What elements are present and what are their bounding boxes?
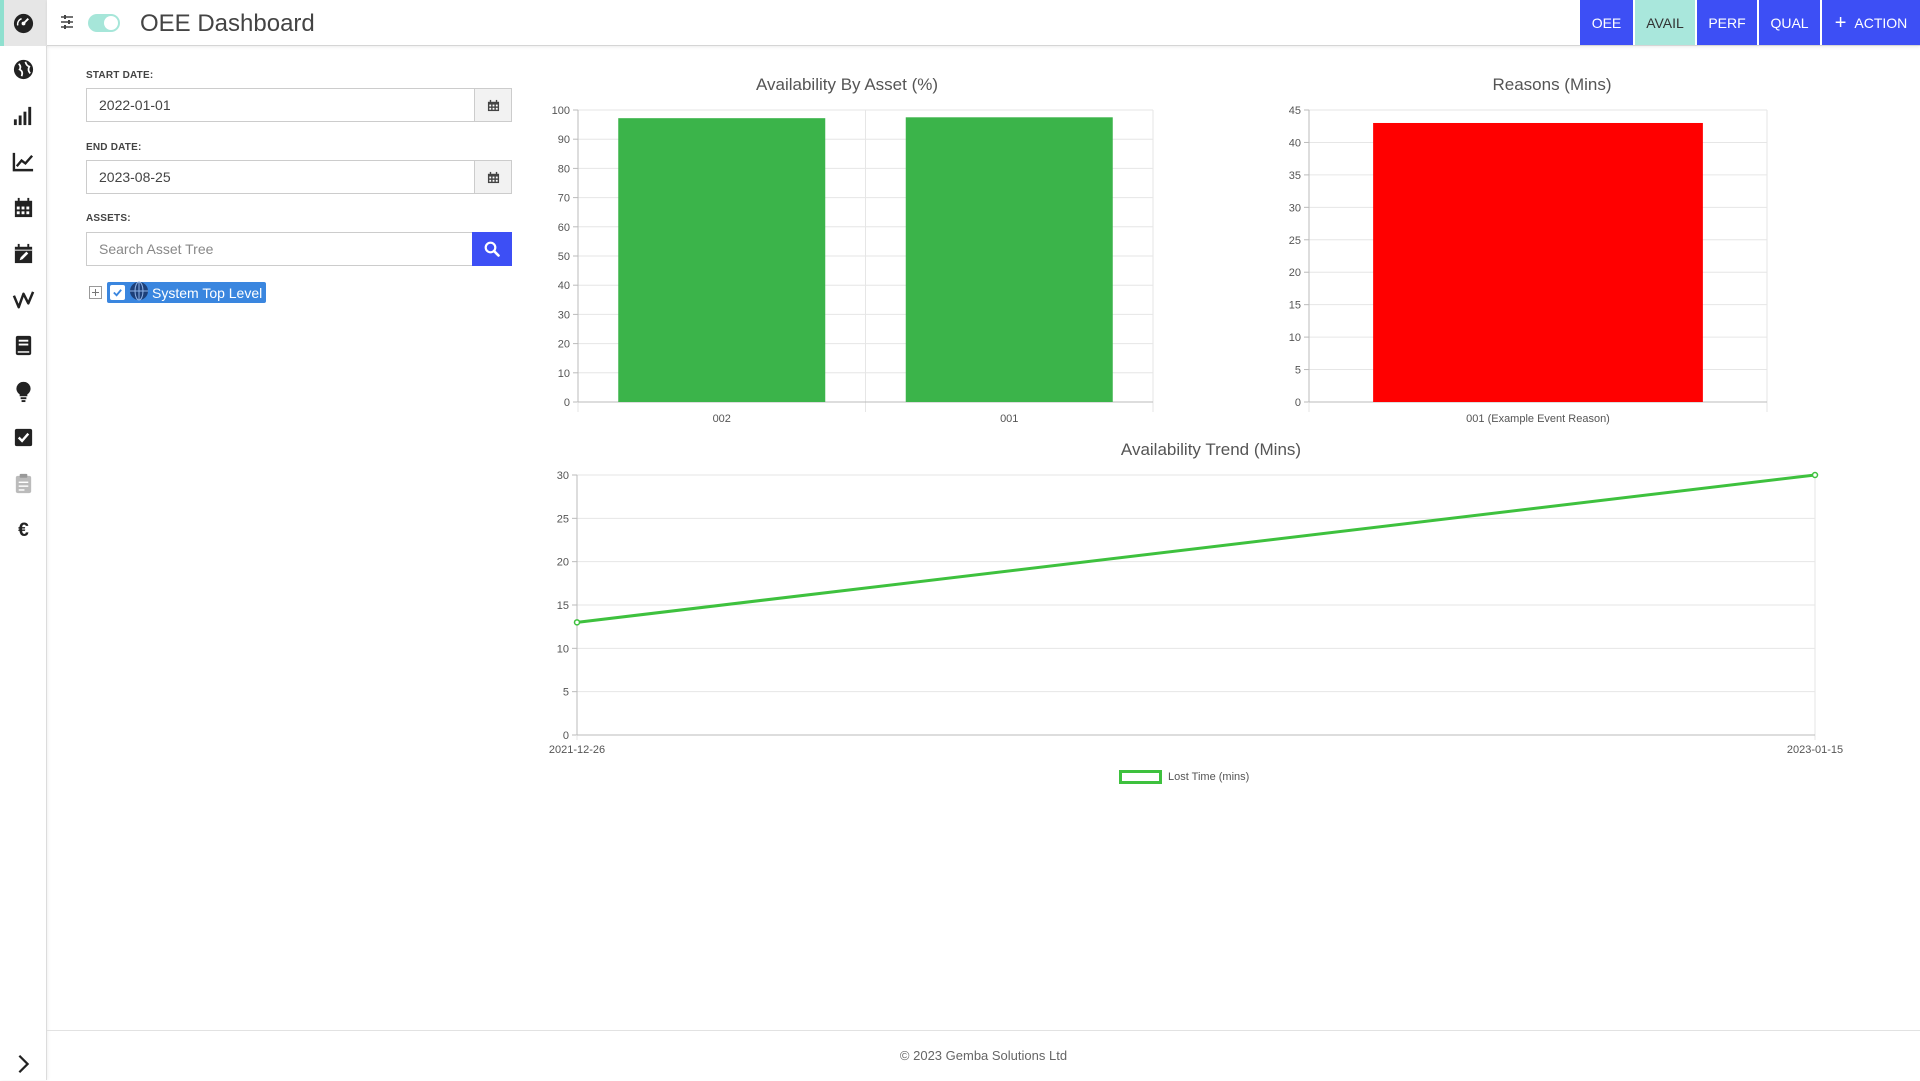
data-point xyxy=(573,619,581,626)
asset-search xyxy=(86,232,512,266)
tree-node-system-top-level[interactable]: System Top Level xyxy=(107,281,267,304)
bar xyxy=(905,117,1113,403)
lightbulb-icon[interactable] xyxy=(0,368,47,414)
start-date-label: START DATE: xyxy=(86,70,154,81)
y-tick-label: 70 xyxy=(558,193,570,205)
assets-label: ASSETS: xyxy=(86,213,131,224)
y-tick-label: 10 xyxy=(1289,332,1301,344)
x-tick-label: 002 xyxy=(713,413,731,425)
checkbox-checked-icon[interactable] xyxy=(110,285,125,300)
sidebar: € xyxy=(0,0,47,1080)
clipboard-icon[interactable] xyxy=(0,460,47,506)
line-chart-icon[interactable] xyxy=(0,138,47,184)
y-tick-label: 10 xyxy=(557,643,569,655)
tab-perf[interactable]: PERF xyxy=(1697,0,1757,45)
tab-avail[interactable]: AVAIL xyxy=(1635,0,1695,45)
availability-by-asset-title: Availability By Asset (%) xyxy=(755,75,939,94)
footer: © 2023 Gemba Solutions Ltd xyxy=(47,1030,1920,1080)
top-bar: OEE Dashboard OEE AVAIL PERF QUAL + ACTI… xyxy=(47,0,1920,46)
calendar-icon[interactable] xyxy=(474,161,511,193)
legend-swatch xyxy=(1119,770,1162,784)
y-tick-label: 80 xyxy=(558,163,570,175)
tab-qual[interactable]: QUAL xyxy=(1759,0,1820,45)
toggle-switch[interactable] xyxy=(88,14,120,32)
action-label: ACTION xyxy=(1854,14,1908,31)
search-input[interactable] xyxy=(86,232,472,266)
availability-trend-title: Availability Trend (Mins) xyxy=(1120,440,1302,459)
bar xyxy=(1373,122,1703,402)
chart-legend[interactable]: Lost Time (mins) xyxy=(1119,770,1249,784)
y-tick-label: 5 xyxy=(563,687,569,699)
end-date-value[interactable]: 2023-08-25 xyxy=(87,161,474,193)
copyright-text: © 2023 Gemba Solutions Ltd xyxy=(899,1048,1068,1063)
y-tick-label: 10 xyxy=(558,368,570,380)
y-tick-label: 5 xyxy=(1295,365,1301,377)
reasons-chart: 0 5 10 15 20 25 30 35 40 45 001 (Example Event Rea… xyxy=(1289,105,1768,425)
y-tick-label: 15 xyxy=(557,600,569,612)
y-tick-label: 0 xyxy=(563,730,569,742)
search-button[interactable] xyxy=(472,232,512,266)
end-date-label: END DATE: xyxy=(86,142,142,153)
checkbox-icon[interactable] xyxy=(0,414,47,460)
action-button[interactable]: + ACTION xyxy=(1822,0,1920,45)
calendar-edit-icon[interactable] xyxy=(0,230,47,276)
plus-icon: + xyxy=(1834,11,1847,34)
y-tick-label: 60 xyxy=(558,222,570,234)
y-tick-label: 20 xyxy=(557,557,569,569)
page-title: OEE Dashboard xyxy=(140,10,315,37)
y-tick-label: 0 xyxy=(564,397,570,409)
y-tick-label: 35 xyxy=(1289,170,1301,182)
start-date-field[interactable]: 2022-01-01 xyxy=(86,88,512,122)
start-date-value[interactable]: 2022-01-01 xyxy=(87,89,474,121)
y-tick-label: 50 xyxy=(558,251,570,263)
x-tick-label: 001 (Example Event Reason) xyxy=(1466,413,1610,425)
chevron-right-icon[interactable] xyxy=(12,1053,34,1080)
trend-icon[interactable] xyxy=(0,276,47,322)
globe-icon xyxy=(128,281,150,304)
y-tick-label: 20 xyxy=(1289,267,1301,279)
calendar-icon[interactable] xyxy=(0,184,47,230)
x-tick-label: 2023-01-15 xyxy=(1787,744,1843,756)
y-tick-label: 40 xyxy=(558,280,570,292)
book-icon[interactable] xyxy=(0,322,47,368)
signal-bars-icon[interactable] xyxy=(0,92,47,138)
y-tick-label: 30 xyxy=(1289,202,1301,214)
tree-node-label: System Top Level xyxy=(152,284,263,301)
series-line xyxy=(576,473,1816,624)
y-tick-label: 45 xyxy=(1289,105,1301,117)
calendar-icon[interactable] xyxy=(474,89,511,121)
data-point xyxy=(1811,471,1819,479)
y-tick-label: 90 xyxy=(558,134,570,146)
asset-tree: System Top Level xyxy=(89,281,267,304)
x-tick-label: 001 xyxy=(1000,413,1018,425)
y-tick-label: 0 xyxy=(1295,397,1301,409)
sliders-icon[interactable] xyxy=(59,13,75,31)
y-tick-label: 30 xyxy=(558,309,570,321)
y-tick-label: 25 xyxy=(1289,235,1301,247)
availability-trend-chart: 0 5 10 15 20 25 30 2021-12-26 2023-01-15 xyxy=(549,470,1843,756)
availability-by-asset-chart: 0 10 20 30 40 50 60 70 80 90 100 002 001 xyxy=(552,105,1154,425)
y-tick-label: 15 xyxy=(1289,300,1301,312)
y-tick-label: 100 xyxy=(552,105,570,117)
legend-label: Lost Time (mins) xyxy=(1168,771,1250,783)
y-tick-label: 25 xyxy=(557,513,569,525)
tree-expand-icon[interactable] xyxy=(89,286,102,299)
tab-oee[interactable]: OEE xyxy=(1580,0,1633,45)
search-icon xyxy=(484,241,500,257)
x-tick-label: 2021-12-26 xyxy=(549,744,605,756)
reasons-title: Reasons (Mins) xyxy=(1492,75,1612,94)
y-tick-label: 30 xyxy=(557,470,569,482)
view-tabs: OEE AVAIL PERF QUAL + ACTION xyxy=(1578,0,1920,45)
bar xyxy=(618,118,826,403)
y-tick-label: 20 xyxy=(558,339,570,351)
end-date-field[interactable]: 2023-08-25 xyxy=(86,160,512,194)
globe-icon[interactable] xyxy=(0,46,47,92)
dashboard-icon[interactable] xyxy=(0,0,47,46)
svg-text:€: € xyxy=(18,520,29,541)
euro-icon[interactable]: € xyxy=(0,506,47,552)
y-tick-label: 40 xyxy=(1289,137,1301,149)
